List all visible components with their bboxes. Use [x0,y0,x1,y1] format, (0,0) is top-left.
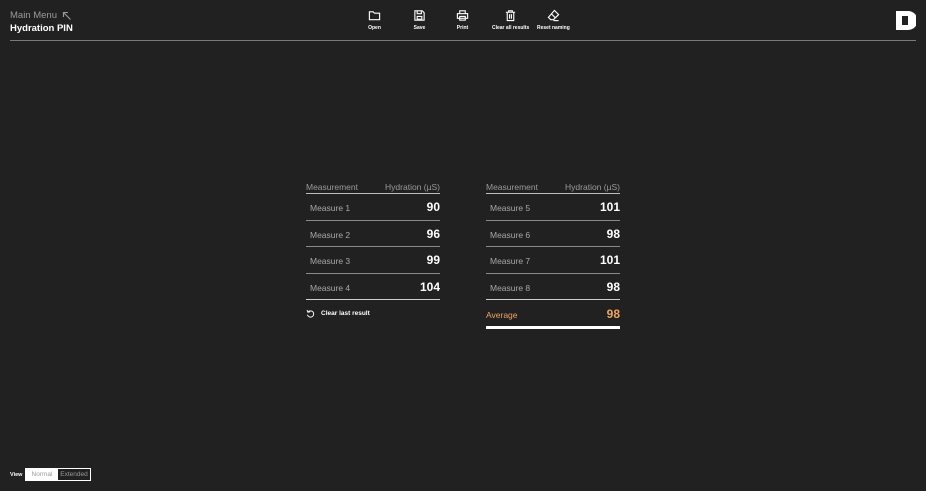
clear-all-label: Clear all results [492,25,530,31]
table-row: Measure 5 101 [486,194,620,221]
column-header-hydration: Hydration (µS) [385,182,440,192]
table-row: Measure 2 96 [306,221,440,247]
arrow-up-left-icon [62,11,71,20]
measure-value: 90 [426,200,440,214]
measurement-table-right: Measurement Hydration (µS) Measure 5 101… [486,180,620,300]
clear-last-result-button[interactable]: Clear last result [306,309,370,318]
open-button[interactable]: Open [368,9,381,31]
table-row: Measure 3 99 [306,247,440,274]
measure-name: Measure 7 [490,256,531,266]
table-row: Measure 6 98 [486,221,620,247]
column-header-measurement: Measurement [486,182,538,192]
average-label: Average [486,310,518,320]
measure-name: Measure 8 [490,282,531,293]
measure-value: 96 [426,226,440,241]
header: Main Menu Hydration PIN Open Save Print [0,0,926,41]
save-button[interactable]: Save [413,9,426,31]
breadcrumb-main-menu[interactable]: Main Menu [10,10,57,21]
column-header-measurement: Measurement [306,182,358,192]
view-option-extended[interactable]: Extended [58,469,90,480]
average-row: Average 98 [486,300,620,329]
table-header: Measurement Hydration (µS) [306,180,440,194]
measure-value: 99 [426,253,440,267]
measure-name: Measure 3 [310,256,351,266]
measure-name: Measure 4 [310,282,351,293]
trash-icon [505,10,516,22]
print-label: Print [456,25,469,31]
table-header: Measurement Hydration (µS) [486,180,620,194]
eraser-icon [547,9,560,22]
table-row: Measure 8 98 [486,274,620,300]
table-row: Measure 7 101 [486,247,620,274]
clear-last-result-label: Clear last result [321,310,370,317]
column-header-hydration: Hydration (µS) [565,182,620,192]
floppy-disk-icon [414,10,425,21]
table-row: Measure 4 104 [306,274,440,300]
measure-name: Measure 5 [490,203,531,213]
average-value: 98 [606,307,620,321]
print-button[interactable]: Print [456,9,469,31]
save-label: Save [413,25,426,31]
measure-value: 101 [599,253,620,267]
measure-name: Measure 2 [310,229,351,240]
average-underline [486,326,620,329]
measure-name: Measure 6 [490,229,531,240]
reset-naming-label: Reset naming [537,25,570,31]
measurement-table-left: Measurement Hydration (µS) Measure 1 90 … [306,180,440,300]
clear-all-results-button[interactable]: Clear all results [492,9,529,31]
printer-icon [456,10,469,21]
measure-name: Measure 1 [310,203,351,213]
breadcrumb[interactable]: Main Menu [10,10,72,21]
view-label: View [10,472,23,478]
open-label: Open [368,25,381,31]
view-option-normal[interactable]: Normal [26,469,58,480]
folder-icon [368,11,381,21]
reset-naming-button[interactable]: Reset naming [537,9,570,31]
measure-value: 98 [606,226,620,241]
table-row: Measure 1 90 [306,194,440,221]
brand-logo [896,11,916,30]
page-title: Hydration PIN [10,23,73,34]
measure-value: 104 [419,279,440,294]
measure-value: 101 [599,200,620,214]
view-toggle: Normal Extended [25,468,91,481]
measure-value: 98 [606,279,620,294]
header-divider [10,40,916,41]
undo-icon [306,309,315,318]
